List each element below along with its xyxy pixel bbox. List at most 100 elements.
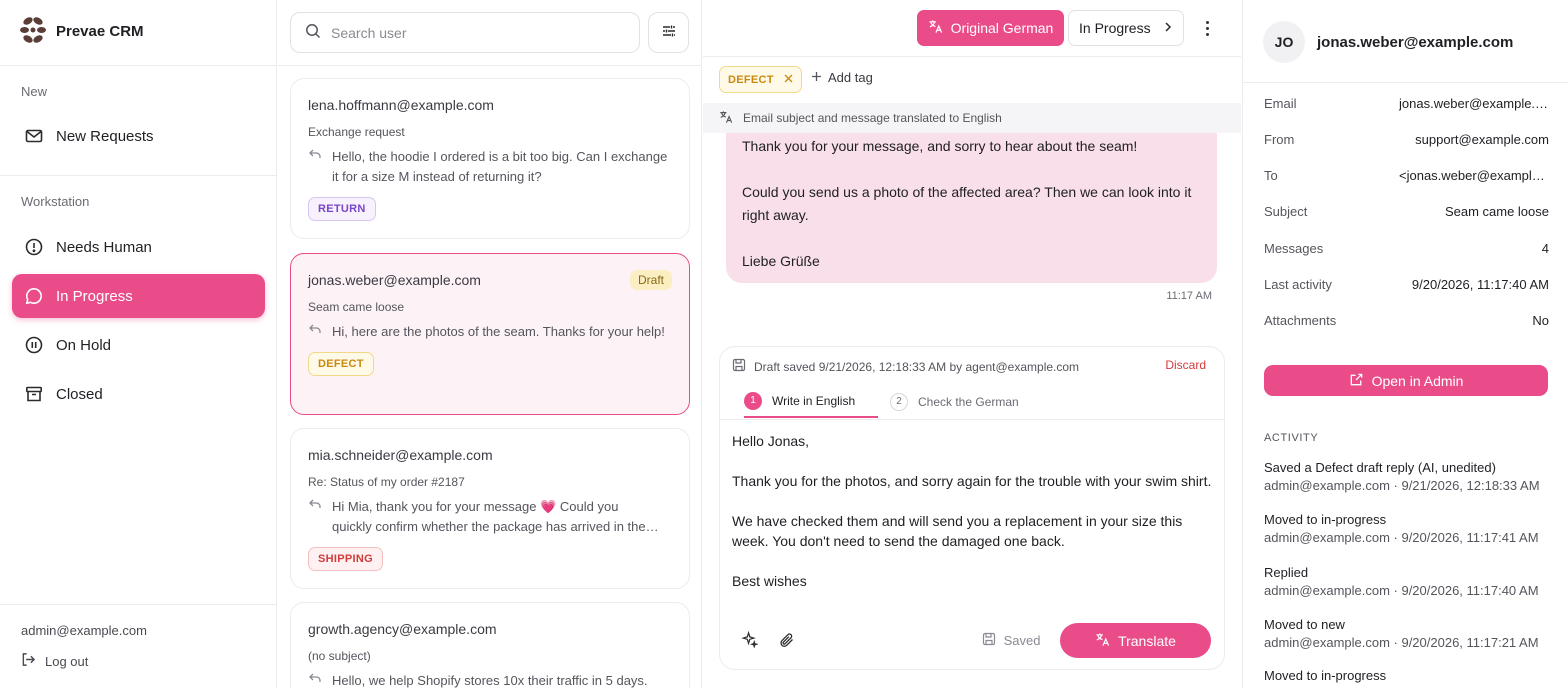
logout-icon — [21, 652, 36, 670]
detail-key: Subject — [1264, 204, 1308, 219]
card-subject: Exchange request — [308, 125, 405, 139]
card-preview-text: Hello, the hoodie I ordered is a bit too… — [332, 149, 668, 184]
detail-value: jonas.weber@example.com — [1399, 96, 1549, 111]
conversation-card-selected[interactable]: jonas.weber@example.com Draft Seam came … — [290, 253, 690, 415]
saved-button[interactable]: Saved — [968, 623, 1054, 657]
chevron-right-icon — [1163, 20, 1173, 36]
detail-value: <jonas.weber@example.com> — [1399, 168, 1549, 183]
external-link-icon — [1349, 372, 1364, 390]
sidebar-item-label: New Requests — [56, 127, 154, 145]
sidebar-item-label: Closed — [56, 385, 103, 403]
sidebar-item-on-hold[interactable]: On Hold — [12, 323, 265, 367]
conversation-card[interactable]: mia.schneider@example.com Re: Status of … — [290, 428, 690, 589]
detail-row-email: Email jonas.weber@example.com — [1264, 96, 1549, 111]
discard-button[interactable]: Discard — [1165, 358, 1206, 372]
card-preview: Hello, we help Shopify stores 10x their … — [308, 671, 672, 688]
avatar: JO — [1263, 21, 1305, 63]
defect-tag-chip: DEFECT — [719, 66, 802, 93]
archive-icon — [24, 384, 44, 404]
dot — [1205, 32, 1209, 36]
card-preview-text: Hi, here are the photos of the seam. Tha… — [332, 324, 665, 339]
activity-meta: admin@example.com · 9/21/2026, 12:18:33 … — [1264, 478, 1540, 493]
sidebar-item-label: Needs Human — [56, 238, 152, 256]
tab-check-the-german[interactable]: 2 Check the German — [890, 385, 1019, 418]
original-german-button[interactable]: Original German — [917, 10, 1064, 46]
sidebar: Prevae CRM New New Requests Workstation … — [0, 0, 277, 688]
detail-key: Attachments — [1264, 313, 1337, 328]
detail-value: No — [1532, 313, 1549, 328]
message-paragraph: Could you send us a photo of the affecte… — [742, 184, 1192, 223]
search-input[interactable] — [331, 24, 611, 41]
brand[interactable]: Prevae CRM — [20, 16, 144, 47]
sliders-icon — [661, 23, 677, 42]
activity-text: Moved to in-progress — [1264, 668, 1387, 683]
defect-tag-label: DEFECT — [728, 73, 774, 86]
attach-button[interactable] — [776, 630, 798, 652]
sidebar-item-closed[interactable]: Closed — [12, 372, 265, 416]
card-preview: Hello, the hoodie I ordered is a bit too… — [308, 147, 672, 187]
filter-button[interactable] — [648, 12, 689, 53]
card-preview-line: Hi Mia, thank you for your message 💗 Cou… — [332, 499, 619, 514]
remove-tag-icon[interactable] — [784, 74, 793, 86]
detail-key: Email — [1264, 96, 1297, 111]
detail-key: Messages — [1264, 241, 1324, 256]
search-box[interactable] — [290, 12, 640, 53]
logo-icon — [20, 16, 46, 47]
add-tag-button[interactable]: Add tag — [811, 70, 873, 85]
logout-button[interactable]: Log out — [21, 652, 88, 670]
detail-value: 9/20/2026, 11:17:40 AM — [1411, 277, 1549, 292]
contact-details-panel: JO jonas.weber@example.com Email jonas.w… — [1242, 0, 1568, 688]
detail-row-subject: Subject Seam came loose — [1264, 204, 1549, 219]
conversation-card[interactable]: lena.hoffmann@example.com Exchange reque… — [290, 78, 690, 239]
card-subject: Seam came loose — [308, 300, 405, 314]
sidebar-item-new-requests[interactable]: New Requests — [12, 114, 265, 158]
detail-row-last-activity: Last activity 9/20/2026, 11:17:40 AM — [1264, 277, 1549, 292]
more-options-button[interactable] — [1197, 14, 1217, 42]
translation-note-text: Email subject and message translated to … — [743, 111, 1002, 125]
step-label: Write in English — [772, 393, 856, 408]
open-in-admin-label: Open in Admin — [1371, 372, 1464, 389]
brand-name: Prevae CRM — [56, 23, 144, 40]
draft-badge: Draft — [629, 270, 672, 290]
card-preview-text: Hi Mia, thank you for your message 💗 Cou… — [332, 497, 672, 537]
sidebar-item-needs-human[interactable]: Needs Human — [12, 225, 265, 269]
activity-meta: admin@example.com · 9/20/2026, 11:17:21 … — [1264, 635, 1539, 650]
step-number: 1 — [744, 391, 762, 410]
detail-key: From — [1264, 132, 1295, 147]
translate-button[interactable]: Translate — [1060, 623, 1211, 658]
card-email: mia.schneider@example.com — [308, 447, 493, 463]
activity-item: Replied admin@example.com · 9/20/2026, 1… — [1264, 565, 1564, 598]
add-tag-label: Add tag — [828, 70, 873, 85]
reply-textarea[interactable]: Hello Jonas, Thank you for the photos, a… — [732, 431, 1212, 591]
reply-icon — [308, 497, 322, 537]
thread-view: Original German In Progress DEFECT Add t… — [703, 0, 1241, 688]
logout-label: Log out — [45, 653, 89, 669]
ai-sparkle-button[interactable] — [738, 630, 760, 652]
activity-title: ACTIVITY — [1264, 432, 1319, 444]
plus-icon — [811, 70, 822, 85]
activity-text: Replied — [1264, 565, 1309, 580]
activity-item: Moved to new admin@example.com · 9/20/20… — [1264, 617, 1564, 650]
save-icon — [982, 632, 996, 649]
conversation-card[interactable]: growth.agency@example.com (no subject) H… — [290, 602, 690, 688]
status-button[interactable]: In Progress — [1068, 10, 1184, 46]
divider — [720, 419, 1224, 420]
divider — [0, 65, 277, 66]
card-preview: Hi, here are the photos of the seam. Tha… — [308, 322, 672, 342]
activity-meta: admin@example.com · 9/20/2026, 11:17:41 … — [1264, 530, 1539, 545]
open-in-admin-button[interactable]: Open in Admin — [1264, 365, 1548, 396]
reply-composer: Draft saved 9/21/2026, 12:18:33 AM by ag… — [719, 346, 1225, 670]
tag-defect: DEFECT — [308, 352, 374, 376]
divider — [703, 56, 1241, 57]
activity-text: Saved a Defect draft reply (AI, unedited… — [1264, 460, 1496, 475]
tab-write-in-english[interactable]: 1 Write in English — [744, 385, 878, 418]
card-preview: Hi Mia, thank you for your message 💗 Cou… — [308, 497, 672, 537]
message-bubble: Thank you for your message, and sorry to… — [726, 120, 1217, 283]
pause-circle-icon — [24, 335, 44, 355]
divider — [278, 65, 701, 66]
search-icon — [305, 23, 321, 42]
activity-text: Moved to in-progress — [1264, 512, 1387, 527]
sidebar-item-in-progress[interactable]: In Progress — [12, 274, 265, 318]
translate-icon — [928, 19, 943, 37]
card-subject: (no subject) — [308, 649, 371, 663]
